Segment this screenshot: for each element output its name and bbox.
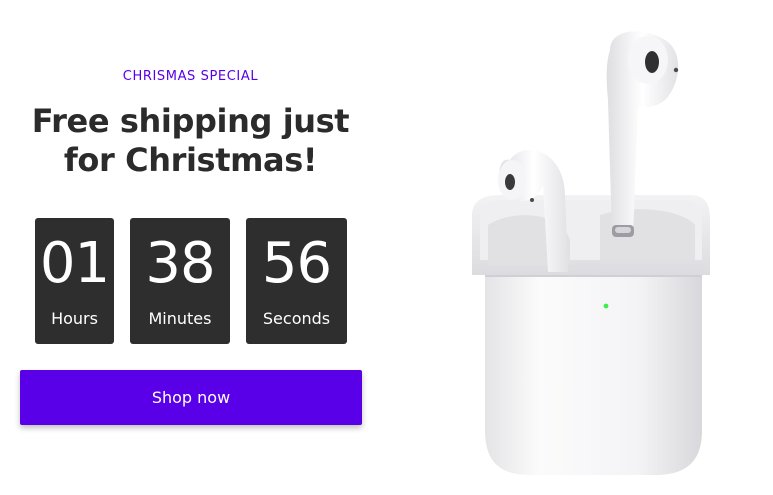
countdown-seconds: 56 Seconds: [246, 218, 347, 344]
promo-eyebrow: CHRISMAS SPECIAL: [122, 69, 259, 84]
countdown-hours-label: Hours: [51, 309, 98, 328]
countdown-minutes: 38 Minutes: [130, 218, 230, 344]
airpods-charging-case-image: [472, 31, 710, 475]
headline-line-2: for Christmas!: [63, 141, 318, 179]
countdown-minutes-value: 38: [145, 231, 215, 296]
shop-now-button[interactable]: Shop now: [20, 370, 362, 425]
airpods-product-image: [440, 10, 773, 491]
countdown-minutes-label: Minutes: [148, 309, 212, 328]
countdown-hours: 01 Hours: [35, 218, 114, 344]
headline-line-1: Free shipping just: [31, 102, 350, 140]
countdown-hours-value: 01: [39, 231, 110, 296]
countdown-seconds-value: 56: [261, 231, 332, 296]
promo-panel: CHRISMAS SPECIAL Free shipping just for …: [0, 0, 381, 491]
countdown-seconds-label: Seconds: [262, 309, 331, 328]
promo-headline: Free shipping just for Christmas!: [10, 102, 371, 180]
